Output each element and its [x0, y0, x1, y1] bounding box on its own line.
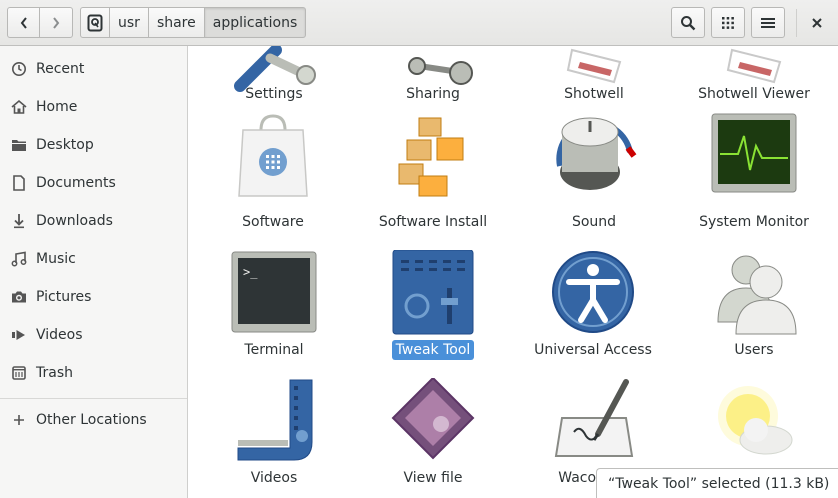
chevron-right-icon [53, 16, 60, 29]
sidebar-item-other-locations[interactable]: Other Locations [0, 401, 187, 439]
download-icon [11, 213, 27, 229]
sidebar-item-documents[interactable]: Documents [0, 164, 187, 202]
file-item-label: System Monitor [699, 214, 809, 230]
camera-icon [11, 289, 27, 305]
trash-icon [11, 365, 27, 381]
sidebar-item-label: Other Locations [36, 412, 147, 428]
sidebar: Recent Home Desktop Documents Downloads … [0, 46, 188, 498]
sidebar-item-desktop[interactable]: Desktop [0, 126, 187, 164]
tablet-pen-icon [554, 379, 634, 457]
sidebar-item-label: Documents [36, 175, 116, 191]
boxes-icon [398, 117, 464, 197]
view-file-icon [391, 378, 475, 460]
search-button[interactable] [671, 7, 705, 38]
sidebar-item-music[interactable]: Music [0, 240, 187, 278]
software-bag-icon [238, 114, 308, 197]
file-item-label: Videos [250, 470, 298, 486]
file-grid: Settings Sharing Shotwell Shotwell Viewe… [189, 46, 838, 498]
mixer-icon [392, 250, 474, 335]
sidebar-separator [0, 398, 187, 399]
forward-button[interactable] [39, 7, 73, 38]
sidebar-item-label: Videos [36, 327, 83, 343]
film-reel-icon [237, 379, 313, 461]
sidebar-item-label: Trash [36, 365, 73, 381]
folder-icon [11, 137, 27, 153]
music-icon [11, 251, 27, 267]
sidebar-item-recent[interactable]: Recent [0, 50, 187, 88]
file-item-label: Universal Access [534, 342, 652, 358]
header-bar: usr share applications [0, 0, 838, 46]
document-icon [11, 175, 27, 191]
monitor-graph-icon [711, 113, 797, 193]
selection-status-overlay: “Tweak Tool” selected (11.3 kB) [596, 468, 838, 498]
file-item-label: Software [242, 214, 304, 230]
close-button[interactable] [803, 7, 831, 38]
search-icon [681, 15, 696, 30]
sidebar-item-videos[interactable]: Videos [0, 316, 187, 354]
file-item-label: Terminal [244, 342, 304, 358]
breadcrumb-root[interactable] [80, 7, 110, 38]
file-item-label: Shotwell [564, 86, 624, 102]
breadcrumb-applications[interactable]: applications [203, 7, 307, 38]
view-toggle-button[interactable] [711, 7, 745, 38]
file-item-label: Settings [245, 86, 303, 102]
breadcrumb-usr[interactable]: usr [109, 7, 149, 38]
plus-icon [11, 412, 27, 428]
file-item-label: Tweak Tool [353, 340, 513, 360]
sidebar-item-trash[interactable]: Trash [0, 354, 187, 392]
sidebar-item-label: Desktop [36, 137, 94, 153]
file-item-label: View file [403, 470, 463, 486]
volume-knob-icon [556, 117, 637, 190]
breadcrumb: usr share applications [80, 7, 307, 38]
svg-text:>_: >_ [243, 265, 258, 279]
sidebar-item-home[interactable]: Home [0, 88, 187, 126]
grid-view-icon [722, 16, 734, 29]
users-icon [717, 255, 797, 335]
home-icon [11, 99, 27, 115]
clock-icon [11, 61, 27, 77]
file-item-label: Users [734, 342, 774, 358]
back-button[interactable] [7, 7, 40, 38]
header-separator [796, 9, 797, 37]
menu-button[interactable] [751, 7, 785, 38]
weather-icon [718, 386, 793, 455]
file-item-label: Sound [571, 214, 617, 230]
sidebar-item-pictures[interactable]: Pictures [0, 278, 187, 316]
file-item-label: Software Install [378, 214, 488, 230]
terminal-icon: >_ [231, 251, 317, 333]
breadcrumb-share[interactable]: share [147, 7, 205, 38]
selected-label: Tweak Tool [391, 340, 475, 360]
chevron-left-icon [20, 16, 27, 29]
sidebar-item-label: Home [36, 99, 78, 115]
sidebar-item-downloads[interactable]: Downloads [0, 202, 187, 240]
file-item-label: Sharing [406, 86, 460, 102]
hamburger-menu-icon [761, 17, 775, 28]
sidebar-item-label: Music [36, 251, 76, 267]
sidebar-item-label: Downloads [36, 213, 113, 229]
drive-icon [87, 14, 103, 31]
video-icon [11, 327, 27, 343]
close-icon [812, 17, 822, 28]
sidebar-item-label: Recent [36, 61, 85, 77]
accessibility-icon [552, 251, 634, 333]
sidebar-item-label: Pictures [36, 289, 92, 305]
file-item-label: Shotwell Viewer [698, 86, 810, 102]
